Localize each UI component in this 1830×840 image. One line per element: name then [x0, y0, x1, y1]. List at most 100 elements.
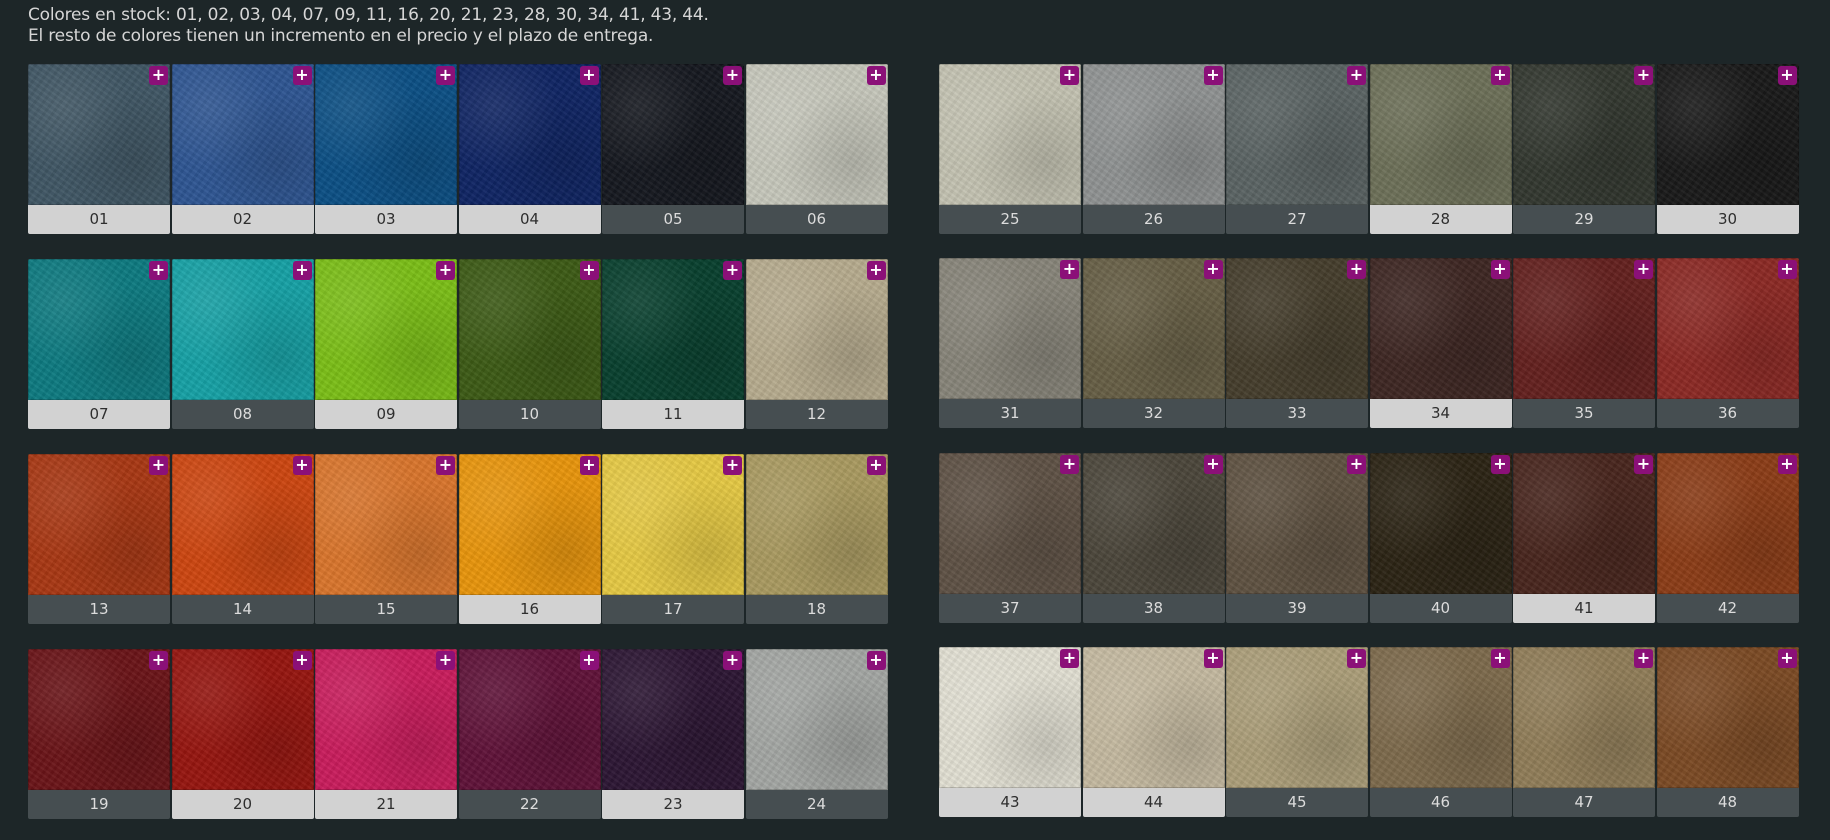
color-swatch[interactable]: +34: [1369, 258, 1512, 428]
plus-icon[interactable]: +: [579, 456, 599, 475]
leather-texture-sample[interactable]: [1513, 258, 1655, 399]
color-swatch[interactable]: +01: [28, 64, 170, 234]
plus-icon[interactable]: +: [436, 651, 455, 670]
color-swatch[interactable]: +33: [1226, 258, 1368, 428]
plus-icon[interactable]: +: [1203, 260, 1223, 279]
leather-texture-sample[interactable]: [939, 647, 1081, 788]
leather-texture-sample[interactable]: [939, 258, 1081, 399]
leather-texture-sample[interactable]: [602, 649, 744, 790]
plus-icon[interactable]: +: [1347, 66, 1366, 85]
color-swatch[interactable]: +16: [458, 454, 601, 624]
plus-icon[interactable]: +: [292, 66, 312, 85]
plus-icon[interactable]: +: [149, 456, 168, 475]
leather-texture-sample[interactable]: [28, 64, 170, 205]
plus-icon[interactable]: +: [1060, 455, 1079, 474]
leather-texture-sample[interactable]: [171, 454, 314, 595]
leather-texture-sample[interactable]: [1513, 453, 1655, 594]
leather-texture-sample[interactable]: [1082, 647, 1225, 788]
color-swatch[interactable]: +31: [939, 258, 1081, 428]
color-swatch[interactable]: +11: [602, 259, 744, 429]
color-swatch[interactable]: +39: [1226, 453, 1368, 623]
color-swatch[interactable]: +36: [1656, 258, 1799, 428]
leather-texture-sample[interactable]: [1082, 453, 1225, 594]
color-swatch[interactable]: +03: [315, 64, 457, 234]
plus-icon[interactable]: +: [1777, 260, 1797, 279]
plus-icon[interactable]: +: [436, 456, 455, 475]
leather-texture-sample[interactable]: [1369, 258, 1512, 399]
plus-icon[interactable]: +: [866, 456, 886, 475]
plus-icon[interactable]: +: [579, 651, 599, 670]
plus-icon[interactable]: +: [1634, 260, 1653, 279]
color-swatch[interactable]: +46: [1369, 647, 1512, 817]
leather-texture-sample[interactable]: [1369, 453, 1512, 594]
plus-icon[interactable]: +: [866, 66, 886, 85]
color-swatch[interactable]: +12: [745, 259, 888, 429]
color-swatch[interactable]: +08: [171, 259, 314, 429]
color-swatch[interactable]: +28: [1369, 64, 1512, 234]
leather-texture-sample[interactable]: [28, 649, 170, 790]
leather-texture-sample[interactable]: [1369, 647, 1512, 788]
color-swatch[interactable]: +35: [1513, 258, 1655, 428]
plus-icon[interactable]: +: [149, 261, 168, 280]
plus-icon[interactable]: +: [292, 456, 312, 475]
leather-texture-sample[interactable]: [28, 454, 170, 595]
plus-icon[interactable]: +: [1777, 649, 1797, 668]
leather-texture-sample[interactable]: [171, 649, 314, 790]
leather-texture-sample[interactable]: [745, 64, 888, 205]
leather-texture-sample[interactable]: [745, 649, 888, 790]
plus-icon[interactable]: +: [292, 651, 312, 670]
plus-icon[interactable]: +: [1060, 66, 1079, 85]
leather-texture-sample[interactable]: [1226, 258, 1368, 399]
color-swatch[interactable]: +20: [171, 649, 314, 819]
plus-icon[interactable]: +: [866, 261, 886, 280]
plus-icon[interactable]: +: [1634, 649, 1653, 668]
leather-texture-sample[interactable]: [1226, 647, 1368, 788]
leather-texture-sample[interactable]: [28, 259, 170, 400]
plus-icon[interactable]: +: [866, 651, 886, 670]
color-swatch[interactable]: +15: [315, 454, 457, 624]
leather-texture-sample[interactable]: [171, 259, 314, 400]
color-swatch[interactable]: +38: [1082, 453, 1225, 623]
leather-texture-sample[interactable]: [602, 454, 744, 595]
color-swatch[interactable]: +07: [28, 259, 170, 429]
color-swatch[interactable]: +30: [1656, 64, 1799, 234]
leather-texture-sample[interactable]: [458, 259, 601, 400]
color-swatch[interactable]: +37: [939, 453, 1081, 623]
plus-icon[interactable]: +: [723, 261, 742, 280]
plus-icon[interactable]: +: [1490, 260, 1510, 279]
plus-icon[interactable]: +: [1203, 649, 1223, 668]
color-swatch[interactable]: +22: [458, 649, 601, 819]
color-swatch[interactable]: +18: [745, 454, 888, 624]
plus-icon[interactable]: +: [436, 66, 455, 85]
leather-texture-sample[interactable]: [939, 453, 1081, 594]
plus-icon[interactable]: +: [1060, 649, 1079, 668]
plus-icon[interactable]: +: [1777, 455, 1797, 474]
leather-texture-sample[interactable]: [745, 259, 888, 400]
color-swatch[interactable]: +47: [1513, 647, 1655, 817]
leather-texture-sample[interactable]: [1513, 647, 1655, 788]
plus-icon[interactable]: +: [1634, 66, 1653, 85]
plus-icon[interactable]: +: [1203, 66, 1223, 85]
plus-icon[interactable]: +: [1777, 66, 1797, 85]
color-swatch[interactable]: +29: [1513, 64, 1655, 234]
leather-texture-sample[interactable]: [1656, 453, 1799, 594]
plus-icon[interactable]: +: [579, 66, 599, 85]
leather-texture-sample[interactable]: [939, 64, 1081, 205]
color-swatch[interactable]: +48: [1656, 647, 1799, 817]
color-swatch[interactable]: +32: [1082, 258, 1225, 428]
leather-texture-sample[interactable]: [745, 454, 888, 595]
color-swatch[interactable]: +25: [939, 64, 1081, 234]
color-swatch[interactable]: +10: [458, 259, 601, 429]
leather-texture-sample[interactable]: [1082, 64, 1225, 205]
color-swatch[interactable]: +02: [171, 64, 314, 234]
plus-icon[interactable]: +: [1634, 455, 1653, 474]
color-swatch[interactable]: +26: [1082, 64, 1225, 234]
color-swatch[interactable]: +17: [602, 454, 744, 624]
leather-texture-sample[interactable]: [1656, 647, 1799, 788]
plus-icon[interactable]: +: [1490, 66, 1510, 85]
plus-icon[interactable]: +: [723, 456, 742, 475]
color-swatch[interactable]: +40: [1369, 453, 1512, 623]
leather-texture-sample[interactable]: [602, 259, 744, 400]
color-swatch[interactable]: +19: [28, 649, 170, 819]
color-swatch[interactable]: +21: [315, 649, 457, 819]
